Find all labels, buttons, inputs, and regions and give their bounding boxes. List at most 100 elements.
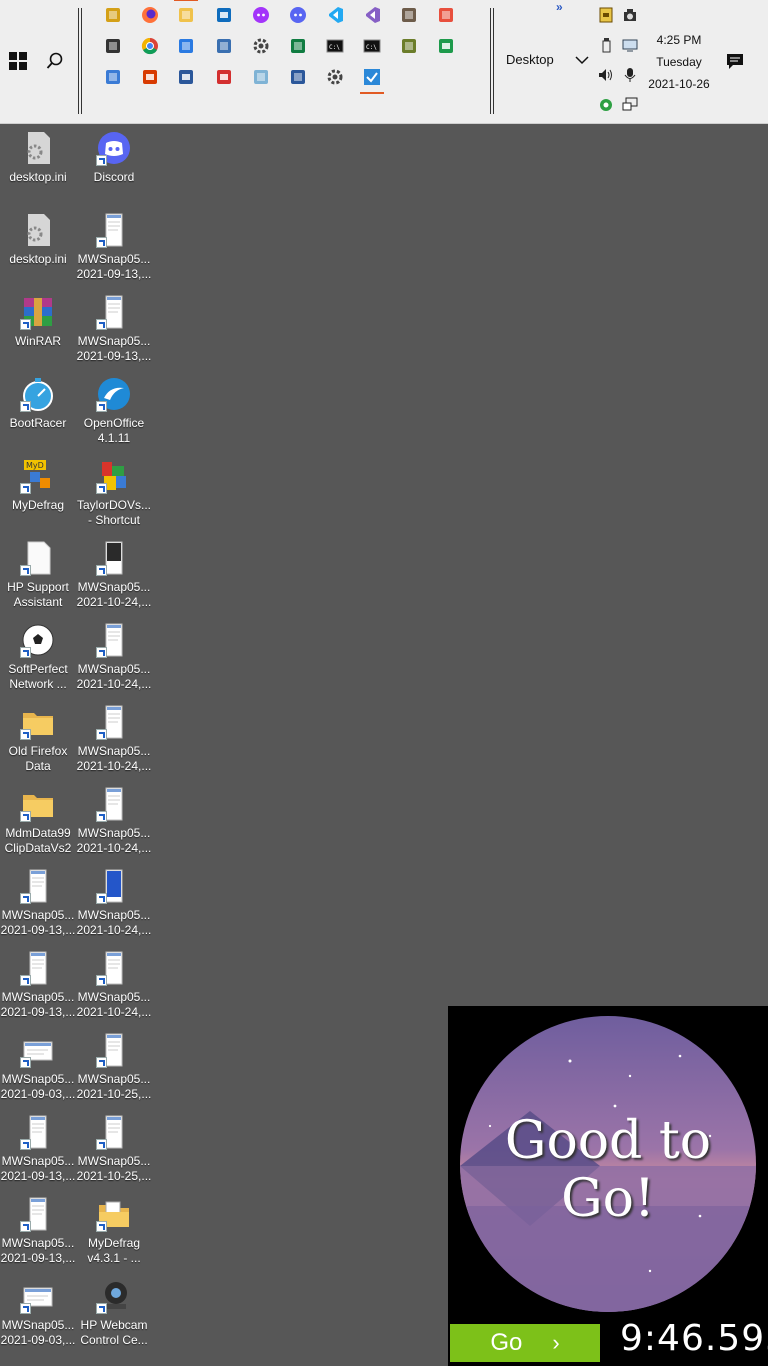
tray-winrar-icon[interactable] [596,5,616,25]
usb-drive-icon[interactable] [596,35,616,55]
desktop-icon-label: MWSnap05... 2021-10-24,... [76,908,152,937]
display-icon[interactable] [620,35,640,55]
webcam-icon[interactable] [102,35,124,57]
desktop-icon-label: MWSnap05... 2021-09-03,... [0,1318,76,1347]
microphone-icon[interactable] [620,65,640,85]
webcam-icon [96,1278,132,1314]
mydefrag-icon: MyD [20,458,56,494]
desktop-icon[interactable]: MWSnap05... 2021-10-24,... [76,622,152,692]
tree-app-icon[interactable] [398,35,420,57]
desktop-icon[interactable]: MWSnap05... 2021-10-25,... [76,1032,152,1102]
clock-app-icon[interactable] [324,66,346,88]
command-prompt-icon[interactable]: C:\ [324,35,346,57]
file-explorer-icon[interactable] [174,0,198,26]
tray-webcam-icon[interactable] [620,5,640,25]
svg-text:MyD: MyD [26,461,44,470]
folder-icon [20,704,56,740]
gimp-icon[interactable] [398,4,420,26]
volume-icon[interactable] [596,65,616,85]
desktop-icon[interactable]: MWSnap05... 2021-09-13,... [0,950,76,1020]
messenger-icon[interactable] [250,4,272,26]
system-info-icon[interactable] [102,66,124,88]
desktop-icon[interactable]: Old Firefox Data [0,704,76,774]
screenshot-file-icon [20,1196,56,1232]
desktop-icon[interactable]: HP Webcam Control Ce... [76,1278,152,1348]
desktop-icon[interactable]: MWSnap05... 2021-09-03,... [0,1278,76,1348]
desktop-icon[interactable]: MdmData99 ClipDataVs2 [0,786,76,856]
screenshot-file-icon [20,1114,56,1150]
desktop-icon[interactable]: desktop.ini [0,212,76,267]
clock-date[interactable]: 2021-10-26 [640,77,718,91]
desktop-toolbar-label[interactable]: Desktop [506,52,554,67]
notification-center-icon[interactable] [725,52,745,70]
windows-logo-icon [9,52,27,70]
search-button[interactable] [44,50,66,72]
screenshot-file-icon [96,704,132,740]
desktop-icon[interactable]: MyD MyDefrag [0,458,76,513]
outlook-icon[interactable] [213,4,235,26]
desktop-icon[interactable]: desktop.ini [0,130,76,185]
desktop-icon[interactable]: MWSnap05... 2021-10-24,... [76,540,152,610]
desktop-icon[interactable]: MWSnap05... 2021-10-25,... [76,1114,152,1184]
desktop-icon[interactable]: MWSnap05... 2021-09-13,... [76,294,152,364]
desktop-icon[interactable]: Discord [76,130,152,185]
green-tray-app-icon[interactable] [596,95,616,115]
clock-day[interactable]: Tuesday [640,55,718,69]
chevron-right-icon: › [552,1330,560,1355]
desktop-icon[interactable]: MyDefrag v4.3.1 - ... [76,1196,152,1266]
desktop-icon-label: MWSnap05... 2021-09-13,... [0,990,76,1019]
desktop-icon-label: MWSnap05... 2021-09-13,... [76,252,152,281]
shortcut-arrow-icon [20,401,31,412]
desktop-icon[interactable]: MWSnap05... 2021-09-03,... [0,1032,76,1102]
taskbar: C:\ C:\ Desktop » 4:25 PM Tuesday 2021-10… [0,0,768,124]
desktop-icon[interactable]: MWSnap05... 2021-10-24,... [76,786,152,856]
excel-icon[interactable] [435,35,457,57]
elapsed-timer: 9:46.593 [620,1318,768,1359]
winrar-icon[interactable] [102,4,124,26]
desktop-icon[interactable]: MWSnap05... 2021-10-24,... [76,868,152,938]
word-icon[interactable] [175,66,197,88]
desktop-icon[interactable]: SoftPerfect Network ... [0,622,76,692]
desktop-icon[interactable]: OpenOffice 4.1.11 [76,376,152,446]
desktop-icon[interactable]: TaylorDOVs... - Shortcut [76,458,152,528]
clock-time[interactable]: 4:25 PM [640,33,718,47]
toolbar-separator[interactable] [78,8,82,114]
discord-icon[interactable] [287,4,309,26]
desktop-icon[interactable]: MWSnap05... 2021-10-24,... [76,950,152,1020]
desktop-icon[interactable]: MWSnap05... 2021-09-13,... [0,868,76,938]
office-icon[interactable] [139,66,161,88]
control-panel-icon[interactable] [213,35,235,57]
shortcut-arrow-icon [96,811,107,822]
shortcut-arrow-icon [96,237,107,248]
notepad-icon[interactable] [250,66,272,88]
go-button[interactable]: Go › [450,1324,600,1362]
desktop-icon-label: BootRacer [9,416,67,430]
desktop-icon[interactable]: BootRacer [0,376,76,431]
desktop-icon[interactable]: MWSnap05... 2021-09-13,... [0,1114,76,1184]
shortcut-arrow-icon [20,729,31,740]
firefox-icon[interactable] [139,4,161,26]
document-icon[interactable] [287,66,309,88]
start-button[interactable] [6,50,30,72]
command-prompt-admin-icon[interactable]: C:\ [361,35,383,57]
desktop-icon[interactable]: MWSnap05... 2021-09-13,... [0,1196,76,1266]
desktop-icon[interactable]: MWSnap05... 2021-09-13,... [76,212,152,282]
chrome-icon[interactable] [139,35,161,57]
vscode-icon[interactable] [324,4,346,26]
status-illustration: Good to Go! [460,1016,756,1312]
green-app-icon[interactable] [287,35,309,57]
paint-icon[interactable] [435,4,457,26]
visual-studio-icon[interactable] [361,4,383,26]
network-icon[interactable] [620,95,640,115]
desktop-icon[interactable]: MWSnap05... 2021-10-24,... [76,704,152,774]
toolbar-overflow-button[interactable]: » [556,0,563,14]
acrobat-icon[interactable] [213,66,235,88]
settings-gear-icon[interactable] [250,35,272,57]
network-app-icon[interactable] [175,35,197,57]
todo-check-icon[interactable] [360,66,384,94]
chevron-down-icon[interactable] [574,52,590,68]
desktop-icon[interactable]: HP Support Assistant [0,540,76,610]
desktop-icon[interactable]: WinRAR [0,294,76,349]
desktop-icon-label: MWSnap05... 2021-10-24,... [76,662,152,691]
toolbar-separator[interactable] [490,8,494,114]
